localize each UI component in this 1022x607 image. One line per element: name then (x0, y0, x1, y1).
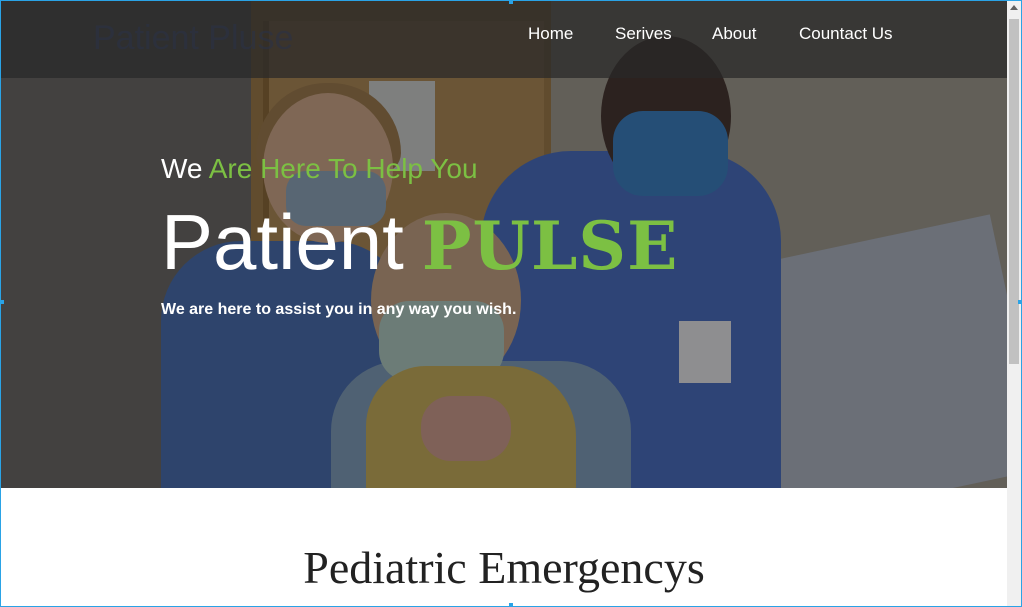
nav-services[interactable]: Serives (615, 24, 672, 44)
hero-section: Patient Pluse Home Serives About Countac… (1, 1, 1007, 488)
hero-subline: We are here to assist you in any way you… (161, 301, 517, 318)
hero-brand: Patient PULSE (161, 197, 678, 288)
navbar: Patient Pluse Home Serives About Countac… (1, 1, 1007, 78)
nav-contact[interactable]: Countact Us (799, 24, 893, 44)
site-logo[interactable]: Patient Pluse (93, 19, 293, 58)
selection-handle-bottom (509, 603, 513, 607)
nav-about[interactable]: About (712, 24, 756, 44)
tagline-white: We (161, 153, 203, 184)
section-title: Pediatric Emergencys (303, 542, 705, 593)
selection-handle-right (1018, 300, 1022, 304)
selection-handle-top (509, 0, 513, 4)
browser-viewport: Patient Pluse Home Serives About Countac… (0, 0, 1022, 607)
scroll-up-icon[interactable] (1010, 5, 1018, 10)
scroll-thumb[interactable] (1009, 19, 1019, 364)
selection-handle-left (0, 300, 4, 304)
brand-main: Patient (161, 198, 404, 286)
nav-home[interactable]: Home (528, 24, 573, 44)
hero-tagline: We Are Here To Help You (161, 153, 478, 185)
tagline-green: Are Here To Help You (208, 153, 478, 184)
brand-accent: PULSE (421, 207, 679, 285)
